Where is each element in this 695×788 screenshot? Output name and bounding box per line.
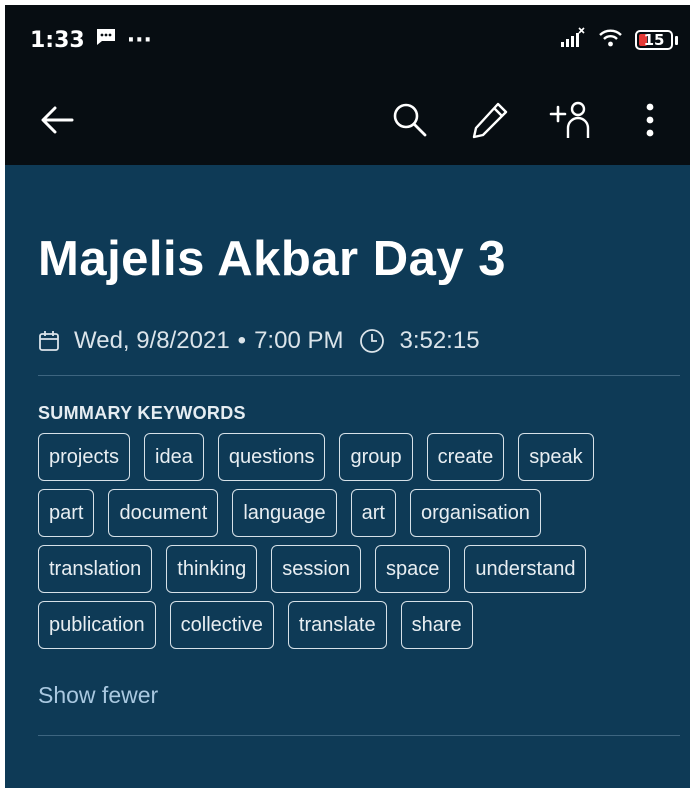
screen: 1:33 ··· 15 Majelis Akbar Day 3 Wed, 9/8… xyxy=(5,5,690,788)
keyword-chip[interactable]: translation xyxy=(38,545,153,593)
pencil-icon[interactable] xyxy=(468,98,512,142)
keyword-chip[interactable]: create xyxy=(426,433,505,481)
keyword-chip[interactable]: translate xyxy=(287,601,387,649)
add-person-icon[interactable] xyxy=(548,98,592,142)
divider xyxy=(38,375,680,376)
message-notification-icon xyxy=(95,27,117,53)
keyword-chip[interactable]: speak xyxy=(518,433,594,481)
status-bar: 1:33 ··· 15 xyxy=(5,5,690,75)
keyword-chip[interactable]: publication xyxy=(38,601,156,649)
show-fewer-link[interactable]: Show fewer xyxy=(38,682,158,709)
keyword-chip[interactable]: group xyxy=(339,433,413,481)
battery-icon: 15 xyxy=(635,30,673,50)
keyword-chip[interactable]: understand xyxy=(464,545,587,593)
back-arrow-icon[interactable] xyxy=(35,98,79,142)
keyword-chip-list: projects idea questions group create speak par… xyxy=(38,433,658,649)
signal-icon xyxy=(559,27,587,53)
meta-separator: • xyxy=(237,327,247,354)
keyword-chip[interactable]: space xyxy=(375,545,451,593)
summary-keywords-header: SUMMARY KEYWORDS xyxy=(38,403,246,423)
keyword-chip[interactable]: session xyxy=(271,545,362,593)
battery-level: 15 xyxy=(643,31,665,49)
more-notifications-icon: ··· xyxy=(126,27,152,53)
note-meta: Wed, 9/8/2021 • 7:00 PM 3:52:15 xyxy=(38,327,690,355)
note-time: 7:00 PM xyxy=(254,327,344,354)
note-date: Wed, 9/8/2021 xyxy=(74,327,230,354)
status-time: 1:33 xyxy=(30,27,85,53)
divider xyxy=(38,735,680,736)
note-duration: 3:52:15 xyxy=(399,327,480,354)
keyword-chip[interactable]: organisation xyxy=(409,489,541,537)
app-bar xyxy=(5,75,690,165)
keyword-chip[interactable]: questions xyxy=(217,433,326,481)
wifi-icon xyxy=(597,27,625,53)
keyword-chip[interactable]: language xyxy=(232,489,337,537)
search-icon[interactable] xyxy=(388,98,432,142)
battery-cap xyxy=(675,35,678,45)
keyword-chip[interactable]: document xyxy=(108,489,219,537)
note-header: Majelis Akbar Day 3 Wed, 9/8/2021 • 7:00… xyxy=(5,165,690,788)
keyword-chip[interactable]: thinking xyxy=(166,545,258,593)
more-vertical-icon[interactable] xyxy=(628,98,672,142)
keyword-chip[interactable]: art xyxy=(350,489,396,537)
keyword-chip[interactable]: part xyxy=(38,489,95,537)
note-title: Majelis Akbar Day 3 xyxy=(38,232,506,286)
keyword-chip[interactable]: collective xyxy=(169,601,274,649)
keyword-chip[interactable]: idea xyxy=(144,433,204,481)
keyword-chip[interactable]: share xyxy=(400,601,473,649)
calendar-icon xyxy=(38,330,60,352)
keyword-chip[interactable]: projects xyxy=(38,433,131,481)
clock-icon xyxy=(359,328,385,354)
